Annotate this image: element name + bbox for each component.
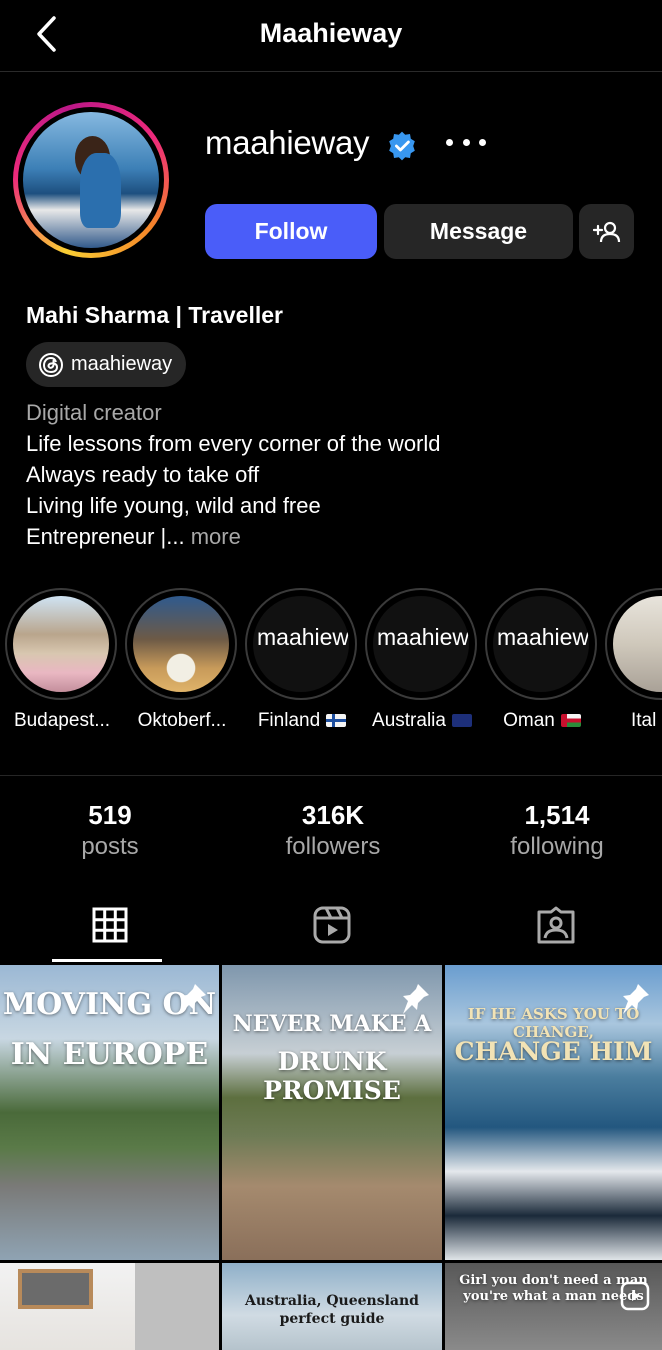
profile-full-name: Mahi Sharma | Traveller (26, 302, 283, 328)
bio-line: Life lessons from every corner of the wo… (26, 431, 441, 456)
post-tile[interactable]: Girl you don't need a man you're what a … (445, 1263, 662, 1350)
grid-icon (92, 907, 128, 943)
suggested-users-button[interactable] (579, 204, 634, 259)
threads-handle: maahieway (71, 353, 173, 375)
stat-posts[interactable]: 519 posts (20, 800, 200, 864)
highlight-australia[interactable]: maahieway highlight Australia (365, 588, 479, 732)
threads-icon (39, 352, 63, 377)
post-tile[interactable] (0, 1263, 219, 1350)
post-tile[interactable]: MOVING ON IN EUROPE (0, 965, 219, 1260)
tab-tagged[interactable] (446, 890, 662, 960)
highlight-oman[interactable]: maahieway highlight Oman (485, 588, 599, 732)
post-tile[interactable]: Australia, Queensland perfect guide (222, 1263, 442, 1350)
bio-more-link[interactable]: more (191, 524, 241, 549)
bio-line: Always ready to take off (26, 462, 260, 487)
page-title: Maahieway (259, 18, 403, 48)
highlight-oktoberfest[interactable]: Oktoberf... (125, 588, 239, 732)
tab-reels[interactable] (222, 890, 442, 960)
post-tile[interactable]: IF HE ASKS YOU TO CHANGE, CHANGE HIM (445, 965, 662, 1260)
threads-badge[interactable]: maahieway (26, 342, 187, 387)
oman-flag-icon (560, 714, 581, 728)
tab-posts-grid[interactable] (0, 890, 220, 960)
message-button[interactable]: Message (384, 204, 573, 259)
pinned-icon (180, 984, 206, 1014)
top-bar: Maahieway (0, 0, 662, 72)
bio-line: Living life young, wild and free (26, 493, 321, 518)
highlight-finland[interactable]: maahieway highlight Finland (245, 588, 359, 732)
stat-followers[interactable]: 316K followers (243, 800, 423, 864)
profile-username: maahieway (205, 124, 370, 161)
stat-following[interactable]: 1,514 following (467, 800, 647, 864)
australia-flag-icon (451, 714, 472, 728)
story-highlights: Budapest... Oktoberf... maahieway highli… (0, 588, 662, 738)
highlight-budapest[interactable]: Budapest... (5, 588, 119, 732)
avatar (23, 112, 159, 248)
pinned-icon (403, 984, 429, 1014)
highlight-italy[interactable]: Ital (605, 588, 662, 732)
add-user-icon (592, 221, 620, 242)
profile-category: Digital creator (26, 400, 162, 425)
profile-avatar-story-ring[interactable] (13, 102, 169, 258)
post-tile[interactable]: NEVER MAKE A DRUNK PROMISE (222, 965, 442, 1260)
finland-flag-icon (326, 714, 347, 728)
bio-line: Entrepreneur |... more (26, 524, 241, 549)
verified-badge-icon (389, 131, 415, 161)
active-tab-indicator (52, 959, 162, 962)
reels-icon (313, 906, 351, 944)
divider (0, 775, 662, 776)
more-options-button[interactable] (446, 126, 486, 158)
follow-button[interactable]: Follow (205, 204, 377, 259)
tagged-icon (537, 906, 575, 944)
reel-icon (620, 1281, 650, 1311)
pinned-icon (623, 984, 649, 1014)
